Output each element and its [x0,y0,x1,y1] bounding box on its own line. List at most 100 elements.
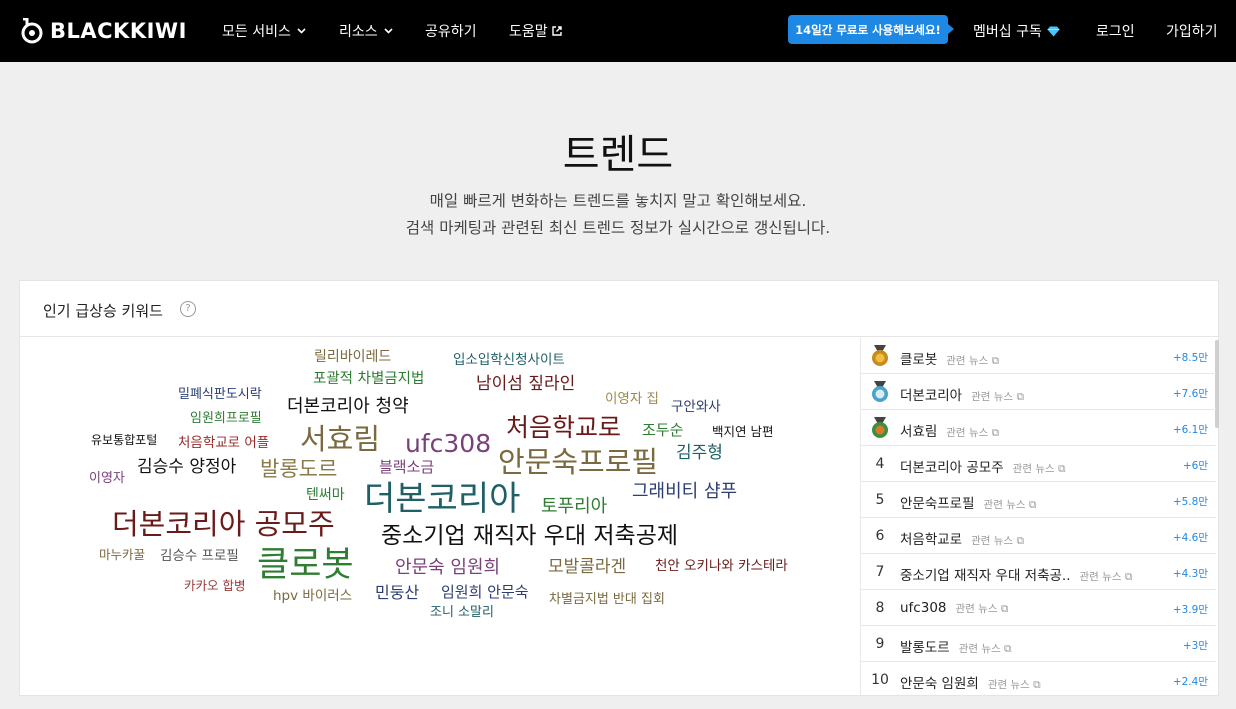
kiwi-logo-icon [20,17,44,44]
cloud-word[interactable]: 더본코리아 청약 [287,398,409,416]
cloud-word[interactable]: 조두순 [642,423,683,438]
cloud-word[interactable]: 백지연 남편 [712,425,773,439]
ranking-row[interactable]: 더본코리아 관련 뉴스 ⧉ +7.6만 [861,374,1216,410]
ranking-row[interactable]: 서효림 관련 뉴스 ⧉ +6.1만 [861,410,1216,446]
cloud-word[interactable]: 처음학교로 [506,415,621,440]
ranking-keyword[interactable]: 안문숙 임원희 [900,672,979,692]
related-news-link[interactable]: 관련 뉴스 ⧉ [1013,461,1066,476]
cloud-word[interactable]: 클로봇 [257,548,354,583]
ranking-list: 클로봇 관련 뉴스 ⧉ +8.5만 더본코리아 관련 뉴스 ⧉ +7.6만 서효림 관… [860,338,1220,696]
card-header: 인기 급상승 키워드 ? [20,281,1220,337]
ranking-number: 10 [871,672,889,688]
related-news-link[interactable]: 관련 뉴스 ⧉ [988,677,1041,692]
cloud-word[interactable]: 릴리바이레드 [314,350,391,364]
ranking-change: +6.1만 [1172,424,1208,436]
nav-all-services[interactable]: 모든 서비스 [222,21,306,41]
ranking-row[interactable]: 5 안문숙프로필 관련 뉴스 ⧉ +5.8만 [861,482,1216,518]
external-link-icon: ⧉ [991,427,1000,439]
cloud-word[interactable]: 그래비티 샴푸 [632,483,737,501]
nav-signup[interactable]: 가입하기 [1166,21,1218,41]
external-link-icon: ⧉ [1033,679,1041,691]
external-link-icon: ⧉ [991,355,1000,367]
cloud-word[interactable]: 텐써마 [306,488,345,502]
cloud-word[interactable]: 발롱도르 [260,459,337,480]
nav-share-label: 공유하기 [425,24,477,40]
ranking-change: +4.3만 [1172,568,1208,580]
ranking-keyword[interactable]: 더본코리아 [900,384,962,404]
cloud-word[interactable]: 김승수 프로필 [160,549,239,564]
nav-help[interactable]: 도움말 [509,21,562,41]
cloud-word[interactable]: 밀폐식판도시락 [178,388,262,401]
cloud-word[interactable]: 중소기업 재직자 우대 저축공제 [381,525,678,548]
logo[interactable]: BLACKKIWI [20,17,187,45]
nav-resources[interactable]: 리소스 [339,21,393,41]
cloud-word[interactable]: 임원희 안문숙 [441,585,529,600]
ranking-keyword[interactable]: 더본코리아 공모주 [900,456,1004,476]
nav-membership[interactable]: 멤버십 구독 [973,21,1060,41]
ranking-keyword[interactable]: 발롱도르 [900,636,950,656]
cloud-word[interactable]: 임원희프로필 [190,412,262,425]
ranking-keyword[interactable]: 안문숙프로필 [900,492,975,512]
free-trial-button[interactable]: 14일간 무료로 사용해보세요! [788,15,954,44]
ranking-keyword[interactable]: 처음학교로 [900,528,962,548]
cloud-word[interactable]: 조니 소말리 [430,606,494,619]
nav-login[interactable]: 로그인 [1096,21,1135,41]
ranking-row[interactable]: 4 더본코리아 공모주 관련 뉴스 ⧉ +6만 [861,446,1216,482]
ranking-keyword[interactable]: ufc308 [900,600,947,616]
ranking-number: 9 [875,636,885,652]
cloud-word[interactable]: 포괄적 차별금지법 [313,372,424,387]
help-icon[interactable]: ? [180,301,196,317]
ranking-row[interactable]: 클로봇 관련 뉴스 ⧉ +8.5만 [861,338,1216,374]
nav-all-services-label: 모든 서비스 [222,24,291,40]
gold-medal-icon [872,345,888,366]
ranking-row[interactable]: 9 발롱도르 관련 뉴스 ⧉ +3만 [861,626,1216,662]
cloud-word[interactable]: hpv 바이러스 [273,589,352,604]
cloud-word[interactable]: 모발콜라겐 [548,559,626,576]
cloud-word[interactable]: 김주형 [676,445,723,462]
external-link-icon [551,26,562,36]
cloud-word[interactable]: 차별금지법 반대 집회 [549,593,665,606]
cloud-word[interactable]: 남이섬 짚라인 [476,376,575,393]
related-news-link[interactable]: 관련 뉴스 ⧉ [1080,569,1133,584]
cloud-word[interactable]: 토푸리아 [541,498,607,516]
cloud-word[interactable]: 안문숙 임원희 [395,559,500,577]
cloud-word[interactable]: 입소입학신청사이트 [453,353,565,368]
cloud-word[interactable]: 민둥산 [375,585,419,601]
cloud-word[interactable]: 구안와사 [671,400,721,415]
related-news-link[interactable]: 관련 뉴스 ⧉ [946,425,999,440]
chevron-down-icon [384,28,393,34]
related-news-link[interactable]: 관련 뉴스 ⧉ [984,497,1037,512]
cloud-word[interactable]: 안문숙프로필 [498,448,658,477]
nav-share[interactable]: 공유하기 [425,21,477,41]
cloud-word[interactable]: 카카오 합병 [184,579,245,593]
cloud-word[interactable]: 더본코리아 [364,482,520,516]
trending-keywords-card: 인기 급상승 키워드 ? 릴리바이레드 입소입학신청사이트 포괄적 차별금지법 … [19,280,1220,696]
ranking-keyword[interactable]: 중소기업 재직자 우대 저축공.. [900,564,1071,584]
ranking-change: +4.6만 [1172,532,1208,544]
diamond-icon [1047,26,1060,36]
ranking-number: 8 [875,600,885,616]
cloud-word[interactable]: 이영자 [89,472,125,485]
cloud-word[interactable]: 서효림 [300,425,380,454]
cloud-word[interactable]: 처음학교로 어플 [178,436,269,451]
cloud-word[interactable]: 마누카꿀 [99,548,145,562]
cloud-word[interactable]: 김승수 양정아 [137,459,236,476]
related-news-link[interactable]: 관련 뉴스 ⧉ [959,641,1012,656]
ranking-row[interactable]: 8 ufc308 관련 뉴스 ⧉ +3.9만 [861,590,1216,626]
related-news-link[interactable]: 관련 뉴스 ⧉ [946,353,999,368]
related-news-link[interactable]: 관련 뉴스 ⧉ [971,533,1024,548]
cloud-word[interactable]: 천안 오키나와 카스테라 [655,559,788,574]
cloud-word[interactable]: 유보통합포털 [91,434,157,446]
cloud-word[interactable]: 이영자 집 [605,392,659,407]
ranking-keyword[interactable]: 클로봇 [900,348,937,368]
ranking-row[interactable]: 7 중소기업 재직자 우대 저축공.. 관련 뉴스 ⧉ +4.3만 [861,554,1216,590]
ranking-change: +2.4만 [1172,676,1208,688]
cloud-word[interactable]: ufc308 [405,431,491,456]
cloud-word[interactable]: 블랙소금 [379,460,434,475]
cloud-word[interactable]: 더본코리아 공모주 [112,510,335,539]
ranking-keyword[interactable]: 서효림 [900,420,937,440]
related-news-link[interactable]: 관련 뉴스 ⧉ [971,389,1024,404]
related-news-link[interactable]: 관련 뉴스 ⧉ [956,601,1009,616]
ranking-row[interactable]: 6 처음학교로 관련 뉴스 ⧉ +4.6만 [861,518,1216,554]
ranking-row[interactable]: 10 안문숙 임원희 관련 뉴스 ⧉ +2.4만 [861,662,1216,696]
